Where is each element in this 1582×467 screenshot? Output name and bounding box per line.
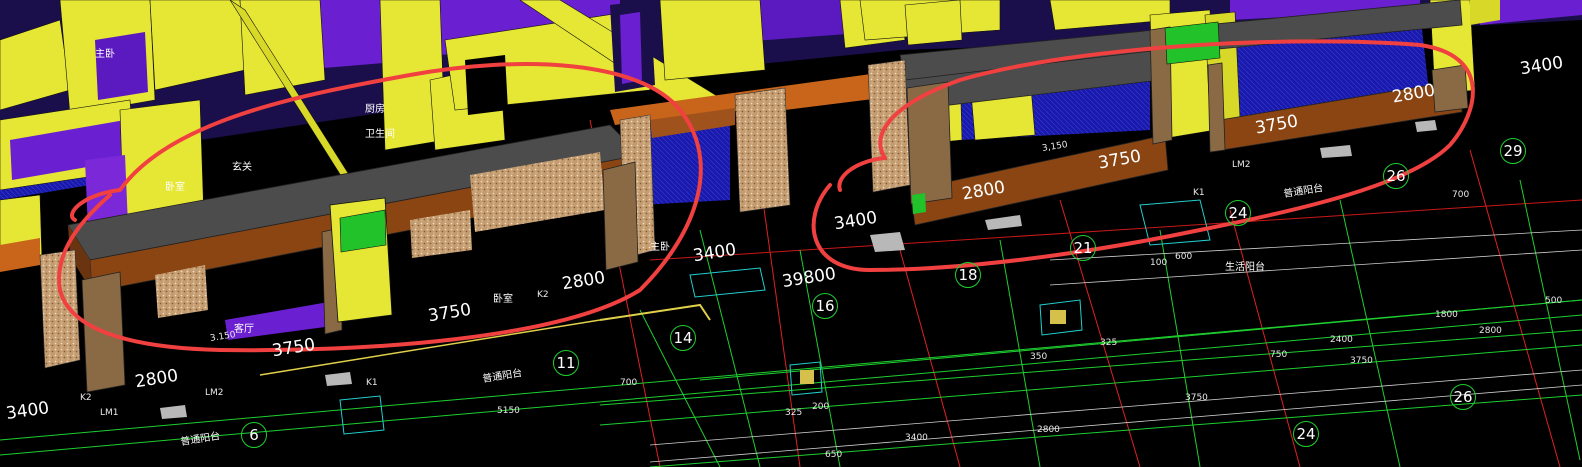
cad-text: 3750 xyxy=(1185,393,1208,403)
cad-text: 生活阳台 xyxy=(1225,262,1265,273)
cad-3d-viewport[interactable]: 3400 2800 3750 3750 2800 3400 39800 3400… xyxy=(0,0,1582,467)
cad-text: 玄关 xyxy=(232,162,252,173)
grid-axis-bubble-24: 24 xyxy=(1225,200,1251,226)
cad-text: K2 xyxy=(80,393,92,403)
cad-text: 卧室 xyxy=(165,182,185,193)
grid-axis-bubble-16: 16 xyxy=(812,293,838,319)
cad-text: 卧室 xyxy=(493,294,513,305)
cad-text: 2400 xyxy=(1330,335,1353,345)
grid-axis-bubble-29: 29 xyxy=(1500,138,1526,164)
cad-text: 350 xyxy=(1030,352,1048,362)
grid-axis-bubble-14: 14 xyxy=(670,325,696,351)
grid-axis-bubble-21: 21 xyxy=(1070,235,1096,261)
cad-text: 700 xyxy=(620,378,638,388)
grid-axis-bubble-11: 11 xyxy=(553,350,579,376)
cad-text: 750 xyxy=(1270,350,1288,360)
cad-text: 厨房 xyxy=(365,104,385,115)
model-canvas[interactable] xyxy=(0,0,1582,467)
cad-text: 325 xyxy=(785,408,803,418)
grid-axis-bubble-24b: 24 xyxy=(1293,421,1319,447)
cad-text: K1 xyxy=(366,378,378,388)
grid-axis-bubble-26: 26 xyxy=(1383,163,1409,189)
cad-text: 500 xyxy=(1545,296,1563,306)
cad-text: 主卧 xyxy=(95,49,115,60)
cad-text: 650 xyxy=(825,450,843,460)
cad-text: LM2 xyxy=(1232,160,1251,170)
cad-text: 2800 xyxy=(1037,425,1060,435)
cad-text: 5150 xyxy=(497,406,520,416)
cad-text: 1800 xyxy=(1435,310,1458,320)
grid-axis-bubble-6: 6 xyxy=(241,422,267,448)
cad-text: 200 xyxy=(812,402,830,412)
cad-text: 700 xyxy=(1452,190,1470,200)
cad-text: 主卧 xyxy=(650,242,670,253)
grid-axis-bubble-26b: 26 xyxy=(1450,384,1476,410)
cad-text: LM1 xyxy=(100,408,119,418)
cad-text: K1 xyxy=(1193,188,1205,198)
cad-text: 325 xyxy=(1100,338,1118,348)
cad-text: 卫生间 xyxy=(365,129,395,140)
cad-text: 3400 xyxy=(905,433,928,443)
grid-axis-bubble-18: 18 xyxy=(955,262,981,288)
cad-text: 客厅 xyxy=(234,324,254,335)
cad-text: K2 xyxy=(537,290,549,300)
cad-text: 100 xyxy=(1150,258,1168,268)
cad-text: 2800 xyxy=(1479,326,1502,336)
cad-text: 600 xyxy=(1175,252,1193,262)
cad-text: LM2 xyxy=(205,388,224,398)
cad-text: 3750 xyxy=(1350,356,1373,366)
